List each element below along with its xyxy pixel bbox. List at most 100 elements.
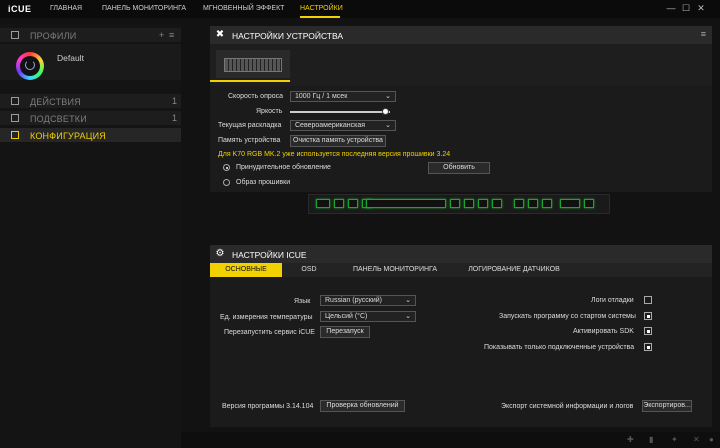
close-icon[interactable]: ✕ xyxy=(695,3,707,14)
share-icon[interactable]: ● xyxy=(709,435,714,444)
export-button[interactable]: Экспортиров... xyxy=(642,400,692,412)
actions-count: 1 xyxy=(172,96,178,106)
key xyxy=(316,199,330,208)
bottom-status-bar: ✚ ▮ ✦ ✕ ● xyxy=(181,432,720,448)
keyboard-icon xyxy=(224,58,282,72)
layout-label: Текущая раскладка xyxy=(218,122,282,129)
debug-logs-checkbox[interactable] xyxy=(644,296,652,304)
firmware-image-label: Образ прошивки xyxy=(236,179,291,186)
maximize-icon[interactable]: ☐ xyxy=(680,3,692,14)
actions-title: ДЕЙСТВИЯ xyxy=(30,97,81,107)
sdk-checkbox[interactable] xyxy=(644,327,652,335)
key xyxy=(464,199,474,208)
profile-avatar-icon xyxy=(16,52,44,80)
nav-dashboard[interactable]: ПАНЕЛЬ МОНИТОРИНГА xyxy=(102,5,186,12)
sdk-label: Активировать SDK xyxy=(573,328,634,335)
lighting-count: 1 xyxy=(172,113,178,123)
tab-sensor-logging[interactable]: ЛОГИРОВАНИЕ ДАТЧИКОВ xyxy=(468,263,560,277)
device-icon[interactable]: ▮ xyxy=(649,435,653,444)
lighting-header[interactable]: ПОДСВЕТКИ 1 xyxy=(0,111,181,125)
icue-settings-title: НАСТРОЙКИ ICUE xyxy=(232,250,307,260)
device-settings-title: НАСТРОЙКИ УСТРОЙСТВА xyxy=(232,31,344,41)
key xyxy=(334,199,344,208)
key xyxy=(348,199,358,208)
force-update-label: Принудительное обновление xyxy=(236,164,331,171)
key xyxy=(584,199,594,208)
language-select[interactable]: Russian (русский) ⌄ xyxy=(320,295,416,306)
profiles-title: ПРОФИЛИ xyxy=(30,31,77,41)
app-brand: iCUE xyxy=(8,4,32,14)
clear-memory-button[interactable]: Очистка память устройства xyxy=(290,135,386,147)
brightness-slider-track[interactable] xyxy=(290,111,390,113)
temperature-unit-select[interactable]: Цельсий (°C) ⌄ xyxy=(320,311,416,322)
device-memory-label: Память устройства xyxy=(218,137,281,144)
chevron-down-icon: ⌄ xyxy=(385,93,391,100)
gear-icon: ⚙ xyxy=(215,248,225,259)
icue-tabs: ОСНОВНЫЕ OSD ПАНЕЛЬ МОНИТОРИНГА ЛОГИРОВА… xyxy=(210,263,712,277)
firmware-notice: Для K70 RGB MK.2 уже используется послед… xyxy=(218,151,451,158)
profiles-header: ПРОФИЛИ + ≡ xyxy=(0,28,181,42)
brightness-label: Яркость xyxy=(256,108,283,115)
polling-rate-select[interactable]: 1000 Гц / 1 мсек ⌄ xyxy=(290,91,396,102)
update-button[interactable]: Обновить xyxy=(428,162,490,174)
force-update-radio[interactable] xyxy=(223,164,230,171)
config-header[interactable]: КОНФИГУРАЦИЯ xyxy=(0,128,181,142)
startup-checkbox[interactable] xyxy=(644,312,652,320)
icue-settings-header: ⚙ НАСТРОЙКИ ICUE xyxy=(210,245,712,263)
key xyxy=(514,199,524,208)
restart-button[interactable]: Перезапуск xyxy=(320,326,370,338)
debug-logs-label: Логи отладки xyxy=(591,297,634,304)
polling-rate-label: Скорость опроса xyxy=(228,93,284,100)
nav-home[interactable]: ГЛАВНАЯ xyxy=(50,5,82,12)
lighting-title: ПОДСВЕТКИ xyxy=(30,114,87,124)
nav-settings[interactable]: НАСТРОЙКИ xyxy=(300,5,343,12)
keyboard-preview xyxy=(308,194,610,214)
key xyxy=(478,199,488,208)
layout-select[interactable]: Североамериканская ⌄ xyxy=(290,120,396,131)
key xyxy=(542,199,552,208)
tab-dashboard[interactable]: ПАНЕЛЬ МОНИТОРИНГА xyxy=(350,263,440,277)
icue-settings-panel: ⚙ НАСТРОЙКИ ICUE ОСНОВНЫЕ OSD ПАНЕЛЬ МОН… xyxy=(210,245,712,427)
chevron-down-icon: ⌄ xyxy=(385,122,391,129)
chevron-down-icon: ⌄ xyxy=(405,313,411,320)
key xyxy=(492,199,502,208)
temperature-unit-label: Ед. измерения температуры xyxy=(220,314,313,321)
device-thumbnail[interactable] xyxy=(216,50,290,78)
restart-service-label: Перезапустить сервис iCUE xyxy=(224,329,315,336)
social-icon[interactable]: ✕ xyxy=(693,435,700,444)
version-label: Версия программы 3.14.104 xyxy=(222,403,314,410)
nav-instant-lighting[interactable]: МГНОВЕННЫЙ ЭФФЕКТ xyxy=(203,5,284,12)
brightness-slider-handle[interactable] xyxy=(382,108,389,115)
config-icon xyxy=(11,131,19,139)
key xyxy=(560,199,580,208)
firmware-image-radio[interactable] xyxy=(223,179,230,186)
check-updates-button[interactable]: Проверка обновлений xyxy=(320,400,405,412)
tab-general[interactable]: ОСНОВНЫЕ xyxy=(210,263,282,277)
language-value: Russian (русский) xyxy=(325,297,383,304)
actions-icon xyxy=(11,97,19,105)
layout-value: Североамериканская xyxy=(295,122,366,129)
panel-menu-icon[interactable]: ≡ xyxy=(701,29,706,39)
fan-icon[interactable]: ✚ xyxy=(627,435,634,444)
profiles-menu-icon[interactable]: ≡ xyxy=(169,30,174,40)
power-icon xyxy=(25,60,35,70)
connected-only-checkbox[interactable] xyxy=(644,343,652,351)
sidebar: ПРОФИЛИ + ≡ Default ДЕЙСТВИЯ 1 ПОДСВЕТКИ… xyxy=(0,24,181,448)
minimize-icon[interactable]: — xyxy=(665,3,677,13)
actions-header[interactable]: ДЕЙСТВИЯ 1 xyxy=(0,94,181,108)
top-nav-bar: iCUE ГЛАВНАЯ ПАНЕЛЬ МОНИТОРИНГА МГНОВЕНН… xyxy=(0,0,720,18)
network-icon[interactable]: ✦ xyxy=(671,435,678,444)
device-settings-panel: ✖ НАСТРОЙКИ УСТРОЙСТВА ≡ Скорость опроса… xyxy=(210,26,712,192)
device-settings-header: ✖ НАСТРОЙКИ УСТРОЙСТВА ≡ xyxy=(210,26,712,44)
add-profile-button[interactable]: + xyxy=(159,30,164,40)
app-window: iCUE ГЛАВНАЯ ПАНЕЛЬ МОНИТОРИНГА МГНОВЕНН… xyxy=(0,0,720,448)
key-space xyxy=(366,199,446,208)
device-settings-body: Скорость опроса 1000 Гц / 1 мсек ⌄ Яркост… xyxy=(210,86,712,192)
icue-settings-body: Язык Russian (русский) ⌄ Ед. измерения те… xyxy=(210,277,712,427)
tools-icon: ✖ xyxy=(215,29,225,40)
polling-rate-value: 1000 Гц / 1 мсек xyxy=(295,93,348,100)
tab-osd[interactable]: OSD xyxy=(294,263,324,277)
key xyxy=(528,199,538,208)
lighting-icon xyxy=(11,114,19,122)
device-selected-indicator xyxy=(210,80,290,82)
